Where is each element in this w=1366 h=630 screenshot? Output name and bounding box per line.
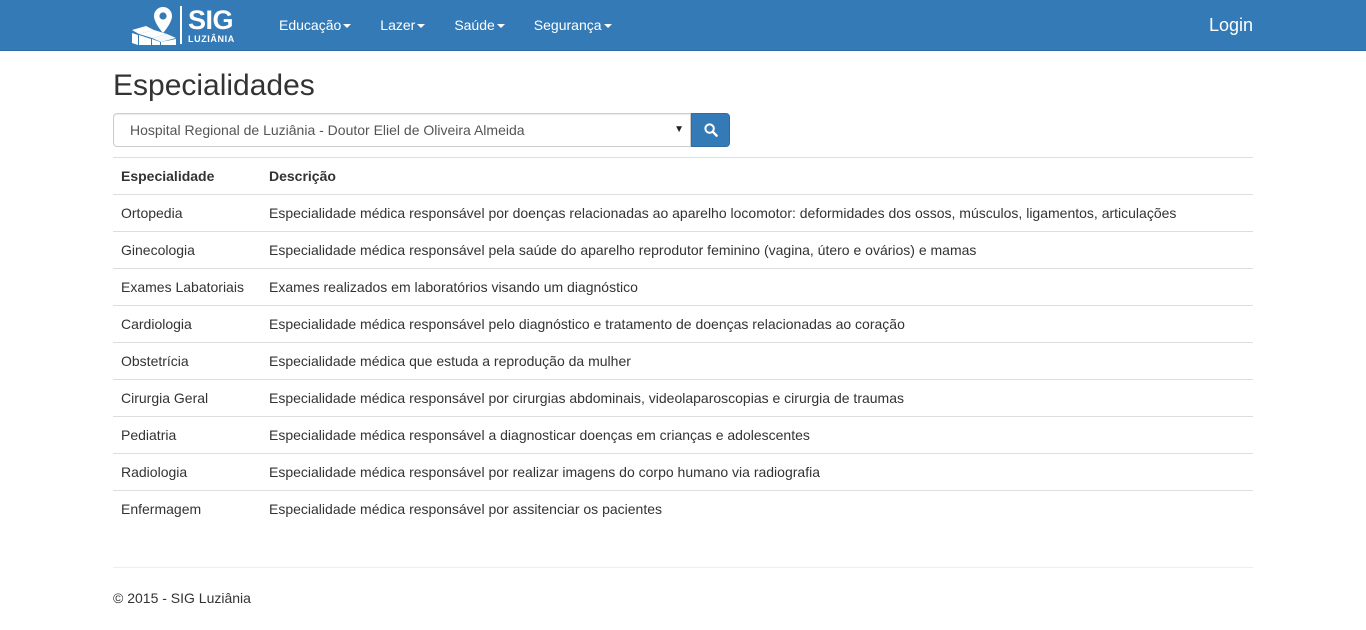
- specialty-cell: Exames Labatoriais: [113, 268, 261, 306]
- table-row: Ortopedia Especialidade médica responsáve…: [113, 194, 1253, 232]
- specialty-cell: Ginecologia: [113, 231, 261, 269]
- table-row: Pediatria Especialidade médica responsáve…: [113, 416, 1253, 454]
- footer-copyright: © 2015 - SIG Luziânia: [113, 590, 251, 606]
- login-link[interactable]: Login: [1209, 0, 1253, 50]
- table-row: Ginecologia Especialidade médica responsá…: [113, 231, 1253, 269]
- top-navbar: SIG LUZIÂNIA Educação Lazer Saúde Segura…: [0, 0, 1366, 51]
- nav-item-educacao[interactable]: Educação: [264, 0, 365, 50]
- specialties-table: Especialidade Descrição Ortopedia Especia…: [113, 157, 1253, 528]
- nav-item-label: Educação: [279, 17, 342, 33]
- description-cell: Exames realizados em laboratórios visand…: [261, 268, 1253, 306]
- description-cell: Especialidade médica responsável por doe…: [261, 194, 1253, 232]
- specialty-cell: Enfermagem: [113, 490, 261, 528]
- dropdown-arrow-icon: ▼: [674, 124, 684, 135]
- specialty-cell: Radiologia: [113, 453, 261, 491]
- brand-text: SIG LUZIÂNIA: [188, 4, 235, 44]
- caret-down-icon: [417, 24, 426, 29]
- description-cell: Especialidade médica responsável pela sa…: [261, 231, 1253, 269]
- nav-item-lazer[interactable]: Lazer: [365, 0, 439, 50]
- specialty-cell: Obstetrícia: [113, 342, 261, 380]
- table-row: Enfermagem Especialidade médica responsáv…: [113, 490, 1253, 528]
- brand-city: LUZIÂNIA: [188, 33, 235, 44]
- nav-menu: Educação Lazer Saúde Segurança: [264, 0, 626, 50]
- search-button[interactable]: [691, 113, 730, 147]
- caret-down-icon: [343, 24, 352, 29]
- table-row: Cardiologia Especialidade médica responsá…: [113, 305, 1253, 343]
- brand-name: SIG: [188, 4, 234, 35]
- specialty-cell: Cardiologia: [113, 305, 261, 343]
- description-cell: Especialidade médica responsável por cir…: [261, 379, 1253, 417]
- brand-divider: [180, 6, 182, 44]
- caret-down-icon: [603, 24, 612, 29]
- table-row: Obstetrícia Especialidade médica que estu…: [113, 342, 1253, 380]
- specialty-cell: Pediatria: [113, 416, 261, 454]
- hospital-select[interactable]: Hospital Regional de Luziânia - Doutor E…: [113, 113, 691, 147]
- column-header-descricao: Descrição: [261, 157, 1253, 195]
- description-cell: Especialidade médica responsável por rea…: [261, 453, 1253, 491]
- search-icon: [703, 123, 718, 137]
- table-row: Radiologia Especialidade médica responsáv…: [113, 453, 1253, 491]
- nav-item-label: Lazer: [380, 17, 416, 33]
- table-header-row: Especialidade Descrição: [113, 157, 1253, 195]
- description-cell: Especialidade médica responsável pelo di…: [261, 305, 1253, 343]
- footer-divider: [113, 567, 1253, 568]
- column-header-especialidade: Especialidade: [113, 157, 261, 195]
- description-cell: Especialidade médica responsável a diagn…: [261, 416, 1253, 454]
- page-title: Especialidades: [113, 69, 315, 102]
- nav-item-label: Saúde: [454, 17, 495, 33]
- caret-down-icon: [496, 24, 505, 29]
- hospital-select-value: Hospital Regional de Luziânia - Doutor E…: [130, 122, 525, 138]
- nav-item-seguranca[interactable]: Segurança: [519, 0, 626, 50]
- table-row: Exames Labatoriais Exames realizados em l…: [113, 268, 1253, 306]
- table-row: Cirurgia Geral Especialidade médica respo…: [113, 379, 1253, 417]
- description-cell: Especialidade médica responsável por ass…: [261, 490, 1253, 528]
- specialty-cell: Cirurgia Geral: [113, 379, 261, 417]
- specialty-cell: Ortopedia: [113, 194, 261, 232]
- map-pin-logo-icon: [131, 4, 177, 46]
- description-cell: Especialidade médica que estuda a reprod…: [261, 342, 1253, 380]
- nav-item-saude[interactable]: Saúde: [439, 0, 518, 50]
- nav-item-label: Segurança: [533, 17, 602, 33]
- hospital-search-form: Hospital Regional de Luziânia - Doutor E…: [113, 113, 730, 147]
- brand-logo[interactable]: SIG LUZIÂNIA: [131, 4, 235, 46]
